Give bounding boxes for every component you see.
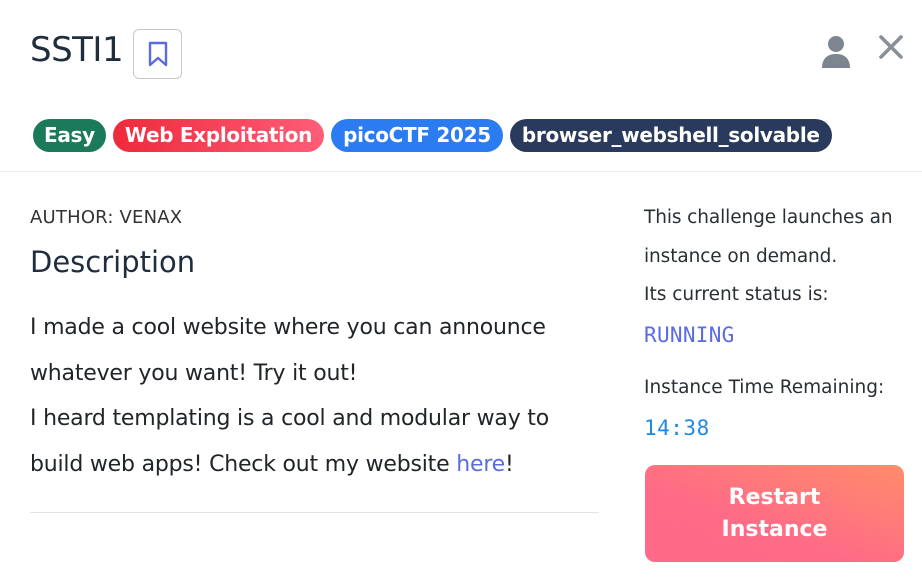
website-link[interactable]: here [456,452,505,477]
tag-list: Easy Web Exploitation picoCTF 2025 brows… [33,119,832,152]
restart-instance-button[interactable]: Restart Instance [645,465,904,562]
user-icon[interactable] [820,34,852,70]
description-line-2: I heard templating is a cool and modular… [30,396,590,487]
tag-event[interactable]: picoCTF 2025 [331,119,503,152]
instance-time-label: Instance Time Remaining: [644,377,885,398]
bookmark-button[interactable] [133,29,182,79]
instance-intro: This challenge launches an instance on d… [644,207,893,267]
description-divider [30,512,599,513]
instance-status-label: Its current status is: [644,284,829,305]
description-heading: Description [30,245,196,279]
challenge-header: SSTI1 Easy Web Exploitation picoCTF 2025… [0,0,922,172]
close-icon[interactable] [876,32,906,62]
instance-status-value: RUNNING [644,323,735,347]
description-suffix: ! [505,451,514,477]
challenge-title: SSTI1 [30,30,124,70]
instance-panel: This challenge launches an instance on d… [644,198,914,440]
challenge-author: AUTHOR: VENAX [30,207,183,228]
tag-category[interactable]: Web Exploitation [112,119,325,152]
description-body: I made a cool website where you can anno… [30,305,590,487]
tag-difficulty[interactable]: Easy [33,119,106,152]
tag-browser-webshell[interactable]: browser_webshell_solvable [509,119,832,152]
bookmark-icon [148,41,167,67]
description-line-1: I made a cool website where you can anno… [30,315,546,386]
instance-time-value: 14:38 [644,416,710,440]
